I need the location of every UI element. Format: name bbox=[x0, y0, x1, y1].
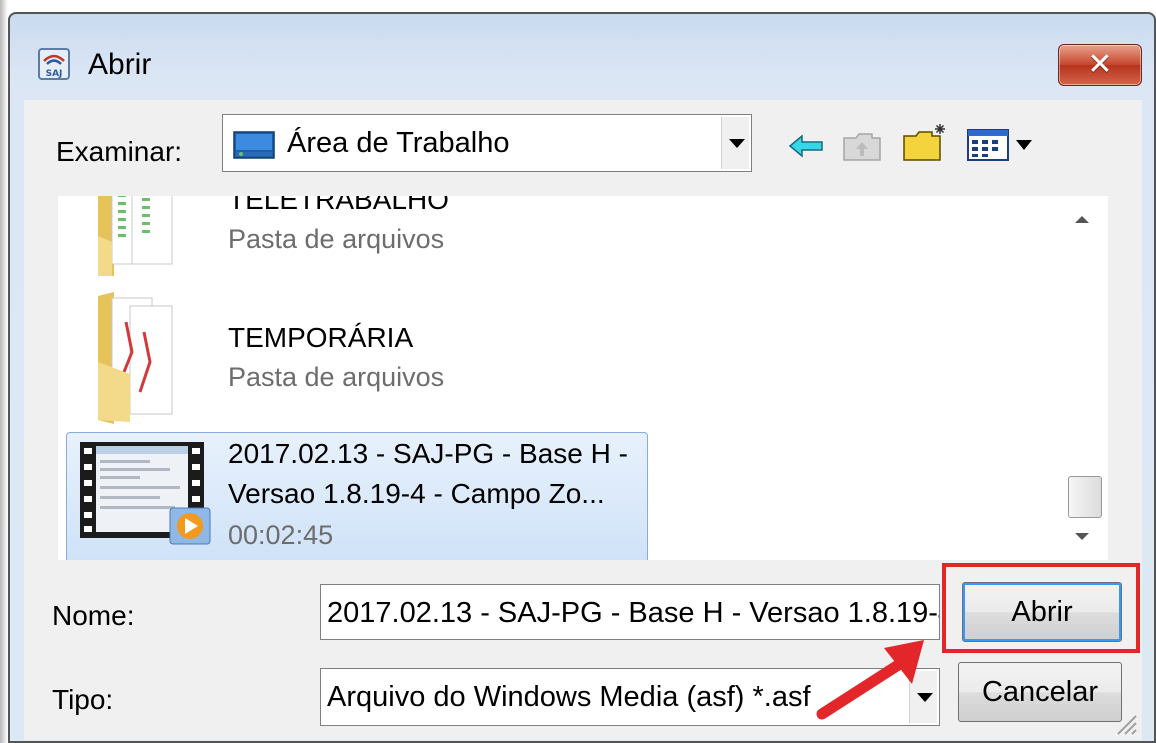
look-in-dropdown[interactable]: Área de Trabalho bbox=[222, 114, 752, 172]
view-menu-icon[interactable] bbox=[966, 128, 1040, 162]
file-duration: 00:02:45 bbox=[228, 520, 334, 550]
list-item-selected[interactable]: 2017.02.13 - SAJ-PG - Base H - Versao 1.… bbox=[58, 432, 1108, 560]
file-name: TELETRABALHO bbox=[228, 196, 449, 215]
cancel-button[interactable]: Cancelar bbox=[958, 662, 1122, 722]
file-type: Pasta de arquivos bbox=[228, 362, 445, 392]
svg-text:SAJ: SAJ bbox=[46, 69, 63, 79]
look-in-dropdown-arrow[interactable] bbox=[721, 117, 749, 169]
dialog-body: Examinar: Área de Trabalho TELETRABALHO … bbox=[24, 100, 1142, 740]
file-name: TEMPORÁRIA bbox=[228, 322, 414, 353]
filetype-value: Arquivo do Windows Media (asf) *.asf bbox=[327, 681, 811, 713]
back-arrow-icon[interactable] bbox=[788, 134, 824, 158]
file-list[interactable]: TELETRABALHO Pasta de arquivos TEMPORÁRI… bbox=[58, 196, 1108, 560]
file-type: Pasta de arquivos bbox=[228, 224, 445, 254]
folder-icon bbox=[98, 292, 173, 424]
resize-grip-icon[interactable] bbox=[1108, 706, 1138, 736]
scroll-up-arrow-icon[interactable] bbox=[1075, 216, 1089, 223]
video-file-icon bbox=[80, 442, 211, 545]
desktop-icon bbox=[233, 131, 275, 159]
chevron-down-icon bbox=[729, 139, 745, 148]
filename-label: Nome: bbox=[52, 600, 135, 631]
list-item[interactable]: TELETRABALHO Pasta de arquivos bbox=[58, 196, 1108, 286]
saj-app-icon: SAJ bbox=[38, 48, 70, 80]
new-folder-icon[interactable] bbox=[902, 122, 950, 162]
scroll-thumb[interactable] bbox=[1068, 476, 1102, 518]
close-icon: ✕ bbox=[1087, 47, 1113, 82]
filename-value: 2017.02.13 - SAJ-PG - Base H - Versao 1.… bbox=[327, 597, 940, 629]
close-button[interactable]: ✕ bbox=[1058, 44, 1142, 86]
up-folder-icon bbox=[843, 133, 881, 161]
window-title: Abrir bbox=[88, 48, 152, 81]
highlight-box bbox=[942, 563, 1140, 653]
scroll-down-arrow-icon[interactable] bbox=[1075, 533, 1089, 540]
open-dialog: SAJ Abrir ✕ Examinar: Área de Trabalho T… bbox=[8, 12, 1156, 743]
look-in-label: Examinar: bbox=[56, 136, 183, 167]
background-edge bbox=[0, 0, 8, 743]
folder-icon bbox=[98, 196, 173, 276]
filetype-label: Tipo: bbox=[52, 684, 114, 715]
vertical-scrollbar[interactable] bbox=[1062, 196, 1108, 560]
file-name-line1: 2017.02.13 - SAJ-PG - Base H - bbox=[228, 438, 628, 469]
look-in-value: Área de Trabalho bbox=[287, 127, 510, 159]
title-bar[interactable]: SAJ Abrir ✕ bbox=[10, 14, 1154, 104]
list-item[interactable]: TEMPORÁRIA Pasta de arquivos bbox=[58, 292, 1108, 424]
file-name-line2: Versao 1.8.19-4 - Campo Zo... bbox=[228, 478, 605, 509]
annotation-arrow-icon bbox=[816, 640, 924, 720]
